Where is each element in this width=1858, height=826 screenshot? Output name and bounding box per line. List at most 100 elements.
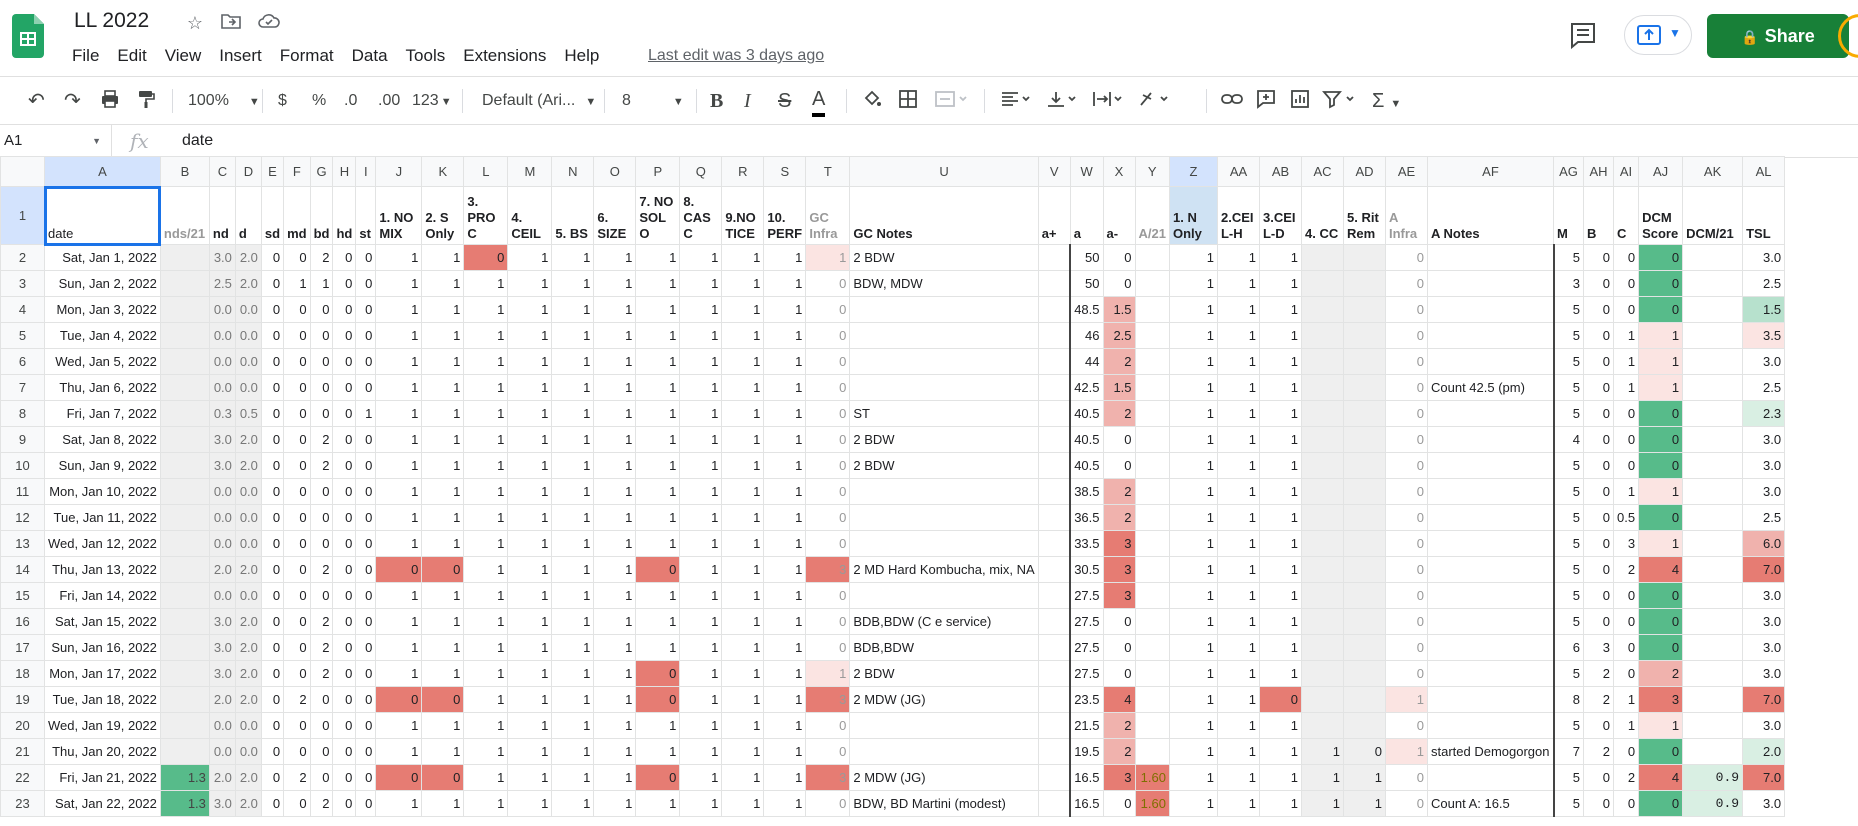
table-cell[interactable] xyxy=(1300,296,1344,323)
table-cell[interactable]: 2 MDW (JG) xyxy=(849,686,1039,713)
table-cell[interactable]: 1 xyxy=(635,582,681,609)
table-cell[interactable]: 0 xyxy=(355,452,377,479)
column-header[interactable]: AK xyxy=(1682,156,1744,187)
table-cell[interactable]: 4 xyxy=(1638,556,1684,583)
table-cell[interactable]: 5 xyxy=(1553,348,1584,375)
table-cell[interactable]: 1 xyxy=(463,504,509,531)
table-cell[interactable]: 0.0 xyxy=(234,296,262,323)
table-cell[interactable] xyxy=(1426,556,1555,583)
column-header[interactable]: W xyxy=(1069,156,1104,187)
share-button[interactable]: 🔒 Share xyxy=(1707,14,1849,58)
table-cell[interactable]: 0 xyxy=(260,764,285,791)
table-cell[interactable] xyxy=(1682,426,1744,453)
table-cell[interactable] xyxy=(1037,270,1072,297)
table-cell[interactable]: 0 xyxy=(332,556,357,583)
table-cell[interactable]: 3.0 xyxy=(208,608,236,635)
table-cell[interactable]: 1 xyxy=(507,244,553,271)
table-cell[interactable]: 1 xyxy=(1216,296,1260,323)
header-cell[interactable]: 4. CEIL xyxy=(507,186,553,245)
table-cell[interactable]: 1 xyxy=(635,712,681,739)
table-cell[interactable] xyxy=(1037,764,1072,791)
increase-decimal-button[interactable]: .00 xyxy=(378,89,400,113)
table-cell[interactable] xyxy=(159,608,210,635)
table-cell[interactable] xyxy=(1342,374,1386,401)
table-cell[interactable] xyxy=(849,296,1039,323)
table-cell[interactable] xyxy=(1300,374,1344,401)
table-cell[interactable]: 0 xyxy=(309,686,334,713)
table-cell[interactable]: 0 xyxy=(309,374,334,401)
table-cell[interactable] xyxy=(1342,556,1386,583)
table-cell[interactable]: 1 xyxy=(1342,790,1386,817)
row-header[interactable]: 3 xyxy=(0,270,45,297)
header-cell[interactable]: 5. Rit Rem xyxy=(1342,186,1386,245)
table-cell[interactable] xyxy=(1682,452,1744,479)
table-cell[interactable]: 1 xyxy=(1258,790,1302,817)
table-cell[interactable]: 0 xyxy=(1583,764,1614,791)
table-cell[interactable]: 0.9 xyxy=(1682,764,1744,791)
table-cell[interactable]: 1 xyxy=(763,374,807,401)
table-cell[interactable]: 0 xyxy=(283,244,311,271)
table-cell[interactable]: 16.5 xyxy=(1069,790,1104,817)
table-cell[interactable]: 1 xyxy=(375,400,423,427)
header-cell[interactable]: md xyxy=(283,186,311,245)
table-cell[interactable] xyxy=(1300,348,1344,375)
table-cell[interactable]: 0 xyxy=(805,348,851,375)
table-cell[interactable] xyxy=(1037,374,1072,401)
table-cell[interactable]: 0 xyxy=(332,322,357,349)
table-cell[interactable]: 1 xyxy=(1168,452,1218,479)
table-cell[interactable]: 3.0 xyxy=(1742,660,1786,687)
table-cell[interactable]: 1 xyxy=(463,738,509,765)
table-cell[interactable]: 0 xyxy=(1384,400,1428,427)
table-cell[interactable]: 0 xyxy=(1583,270,1614,297)
table-cell[interactable]: 0 xyxy=(805,400,851,427)
table-cell[interactable]: 1 xyxy=(375,712,423,739)
table-cell[interactable] xyxy=(849,374,1039,401)
table-cell[interactable]: 1 xyxy=(635,348,681,375)
table-cell[interactable]: 5 xyxy=(1553,478,1584,505)
table-cell[interactable] xyxy=(1342,608,1386,635)
table-cell[interactable]: 0 xyxy=(1612,452,1640,479)
table-cell[interactable]: 1 xyxy=(1168,296,1218,323)
table-cell[interactable]: 0 xyxy=(332,686,357,713)
table-cell[interactable]: 0 xyxy=(260,270,285,297)
header-cell[interactable]: M xyxy=(1553,186,1584,245)
table-cell[interactable]: 1 xyxy=(635,608,681,635)
table-cell[interactable]: 0.0 xyxy=(208,348,236,375)
column-header[interactable]: K xyxy=(421,156,465,187)
row-header[interactable]: 9 xyxy=(0,426,45,453)
paint-format-icon[interactable] xyxy=(136,89,156,113)
table-cell[interactable]: 0 xyxy=(1638,738,1684,765)
table-cell[interactable]: 1 xyxy=(463,660,509,687)
table-cell[interactable]: 1 xyxy=(1258,400,1302,427)
present-button[interactable]: ▼ xyxy=(1624,15,1692,55)
table-cell[interactable]: 1 xyxy=(551,296,595,323)
table-cell[interactable]: 7 xyxy=(1553,738,1584,765)
table-cell[interactable]: 1 xyxy=(1638,374,1684,401)
table-cell[interactable]: 1 xyxy=(1258,634,1302,661)
table-cell[interactable]: 1 xyxy=(421,296,465,323)
table-cell[interactable]: 1 xyxy=(421,790,465,817)
header-cell[interactable]: st xyxy=(355,186,377,245)
table-cell[interactable]: 1 xyxy=(679,686,723,713)
table-cell[interactable] xyxy=(1342,478,1386,505)
row-header[interactable]: 23 xyxy=(0,790,45,817)
header-cell[interactable]: sd xyxy=(260,186,285,245)
column-header[interactable]: A xyxy=(44,156,161,187)
table-cell[interactable] xyxy=(1342,660,1386,687)
table-cell[interactable]: 2.0 xyxy=(234,608,262,635)
table-cell[interactable]: 1 xyxy=(421,348,465,375)
table-cell[interactable] xyxy=(1682,478,1744,505)
table-cell[interactable]: 0 xyxy=(355,348,377,375)
table-cell[interactable]: 0 xyxy=(309,530,334,557)
table-cell[interactable] xyxy=(849,530,1039,557)
table-cell[interactable]: 0 xyxy=(283,530,311,557)
table-cell[interactable]: 1 xyxy=(551,686,595,713)
table-cell[interactable] xyxy=(1682,712,1744,739)
italic-icon[interactable]: I xyxy=(744,89,751,113)
table-cell[interactable]: 0 xyxy=(1102,270,1136,297)
table-cell[interactable]: 0 xyxy=(1638,452,1684,479)
table-cell[interactable]: 1 xyxy=(1342,764,1386,791)
table-cell[interactable] xyxy=(1426,426,1555,453)
table-cell[interactable]: 0 xyxy=(1638,426,1684,453)
table-cell[interactable]: 1 xyxy=(593,270,637,297)
